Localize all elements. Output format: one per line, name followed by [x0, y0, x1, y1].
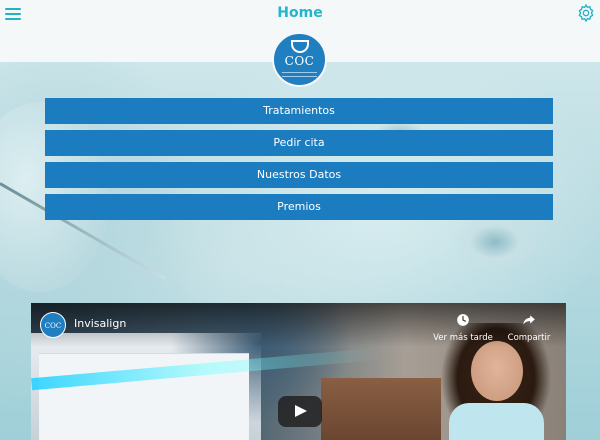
video-scene-patient-face [471, 341, 523, 401]
video-scene-cabinet [321, 378, 441, 440]
watch-later-label: Ver más tarde [433, 333, 493, 343]
share-button[interactable]: Compartir [497, 312, 561, 343]
nav-button-nuestros-datos[interactable]: Nuestros Datos [45, 162, 553, 188]
play-icon [295, 405, 307, 417]
video-scene-patient-bib [449, 403, 544, 440]
watch-later-button[interactable]: Ver más tarde [431, 312, 495, 343]
gear-icon[interactable] [576, 3, 596, 23]
nav-button-pedir-cita[interactable]: Pedir cita [45, 130, 553, 156]
share-arrow-icon [523, 315, 535, 325]
logo-text: COC [284, 54, 315, 68]
channel-avatar[interactable]: COC [40, 312, 66, 338]
logo-shield-icon [291, 40, 309, 53]
clinic-logo: COC [272, 32, 327, 87]
logo-subtitle-lines [282, 72, 317, 77]
page-title: Home [277, 5, 323, 21]
nav-button-tratamientos[interactable]: Tratamientos [45, 98, 553, 124]
video-title[interactable]: Invisalign [74, 317, 126, 330]
clock-icon [457, 314, 469, 326]
channel-avatar-text: COC [44, 322, 62, 330]
share-label: Compartir [507, 333, 551, 343]
video-embed[interactable]: COC Invisalign Ver más tarde Compartir [31, 303, 566, 440]
play-button[interactable] [278, 396, 322, 427]
nav-button-premios[interactable]: Premios [45, 194, 553, 220]
